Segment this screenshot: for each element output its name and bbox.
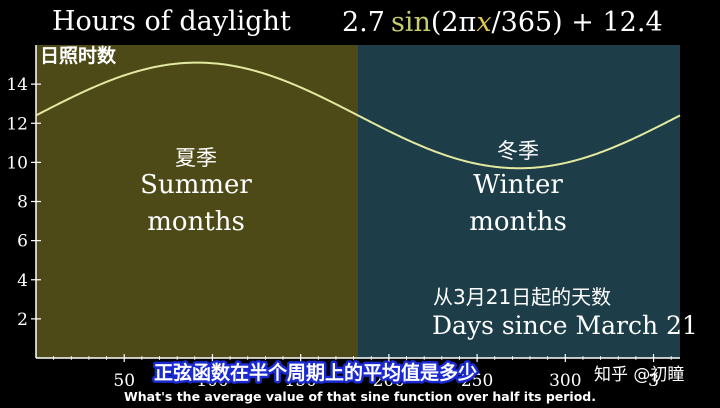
formula-fn: sin xyxy=(391,7,431,38)
formula: 2.7 sin(2πx/365) + 12.4 xyxy=(342,7,663,38)
x-axis-label-cn: 从3月21日起的天数 xyxy=(433,285,611,309)
subtitle-cn: 正弦函数在半个周期上的平均值是多少 xyxy=(154,361,477,384)
y-tick-label-6: 6 xyxy=(17,232,28,252)
subtitle-en: What's the average value of that sine fu… xyxy=(124,389,596,404)
formula-coef: 2.7 xyxy=(342,7,385,38)
x-tick-label-300: 300 xyxy=(549,371,581,391)
region-label-winter-1: Winter xyxy=(473,170,563,200)
y-tick-label-14: 14 xyxy=(6,75,28,95)
y-tick-label-12: 12 xyxy=(6,114,28,134)
formula-rest: /365) + 12.4 xyxy=(492,7,663,38)
chart-title-cn: 日照时数 xyxy=(40,44,117,67)
y-tick-label-2: 2 xyxy=(17,310,28,330)
region-label-summer-2: months xyxy=(147,207,245,237)
region-label-cn-winter: 冬季 xyxy=(497,139,539,163)
region-label-summer-1: Summer xyxy=(140,170,252,200)
y-tick-label-4: 4 xyxy=(17,271,28,291)
chart-title: Hours of daylight xyxy=(52,6,291,37)
x-tick-label-50: 50 xyxy=(113,371,135,391)
region-label-cn-summer: 夏季 xyxy=(175,146,217,170)
daylight-chart: 246810121450 100 150 200 250 300 3 Hours of da… xyxy=(0,0,720,408)
region-label-winter-2: months xyxy=(469,207,567,237)
formula-var: x xyxy=(476,7,491,38)
y-tick-label-10: 10 xyxy=(6,153,28,173)
formula-open: (2π xyxy=(431,7,476,38)
y-tick-label-8: 8 xyxy=(17,193,28,213)
x-axis-label: Days since March 21 xyxy=(432,311,698,340)
watermark: 知乎 @初瞳 xyxy=(594,365,684,385)
